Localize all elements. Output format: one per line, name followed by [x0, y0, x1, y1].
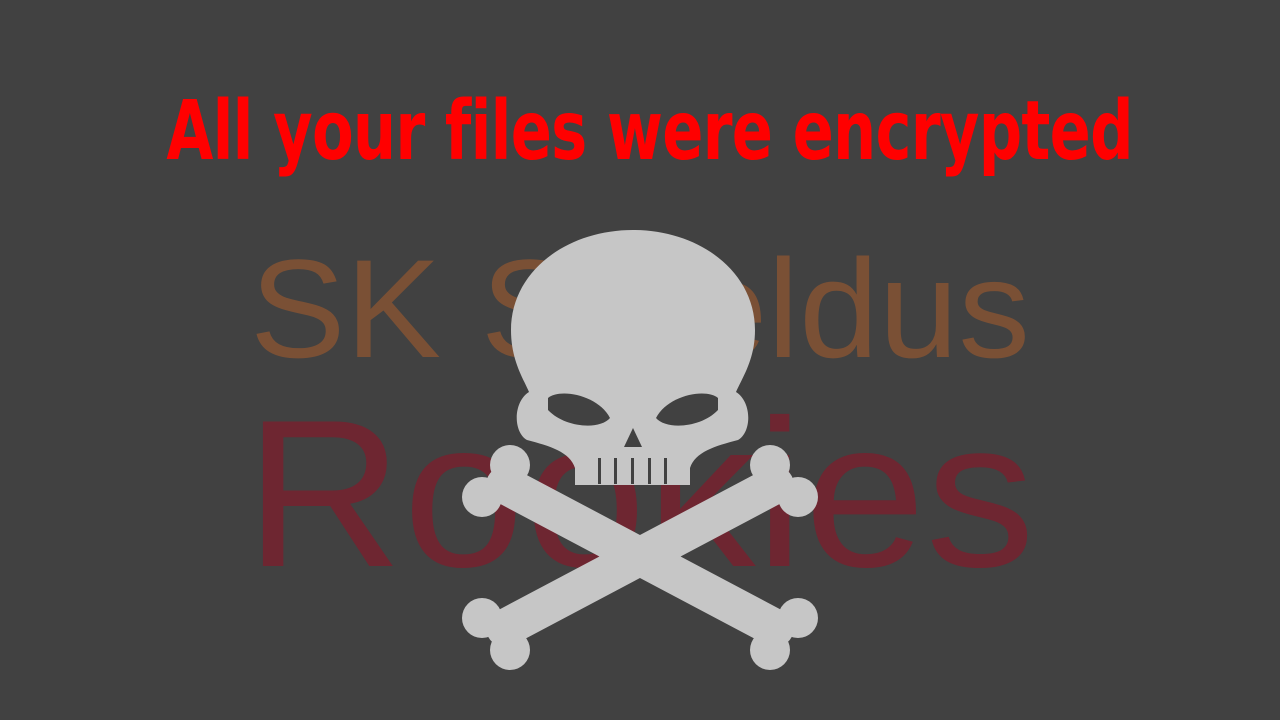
ransom-screen: SK Shieldus Rookies All your files were …	[0, 0, 1280, 720]
skull-and-crossbones-icon	[462, 230, 818, 670]
